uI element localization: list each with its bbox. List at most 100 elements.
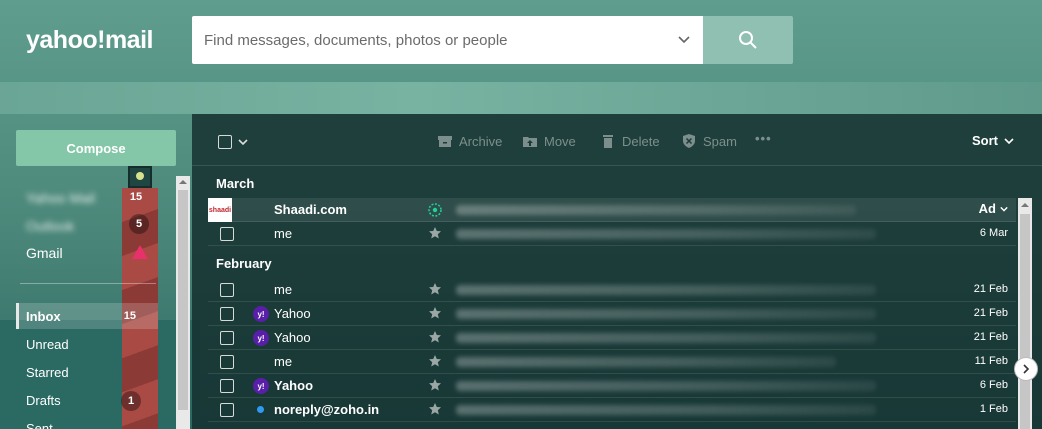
search-button[interactable]: [703, 16, 793, 64]
message-sender: me: [274, 226, 293, 241]
message-row[interactable]: me 21 Feb: [208, 278, 1016, 302]
sidebar-divider[interactable]: [20, 283, 156, 284]
message-sender: Yahoo: [274, 330, 311, 345]
folder-label: Starred: [26, 364, 69, 380]
message-snippet-blurred: [456, 285, 876, 295]
message-checkbox[interactable]: [220, 403, 234, 417]
chevron-down-icon: [1004, 137, 1014, 144]
account-unread-badge: 5: [129, 214, 149, 234]
sidebar-scrollbar[interactable]: [176, 176, 190, 429]
chevron-right-icon: [1023, 364, 1030, 374]
message-date: 11 Feb: [974, 355, 1008, 367]
chevron-down-icon[interactable]: [238, 137, 248, 147]
message-checkbox[interactable]: [220, 355, 234, 369]
date-group-header: February: [216, 256, 272, 271]
spam-button[interactable]: Spam: [681, 133, 737, 149]
move-button[interactable]: Move: [522, 133, 576, 149]
archive-icon: [438, 136, 452, 147]
message-list-scrollbar-thumb[interactable]: [1020, 214, 1030, 429]
message-row[interactable]: y! Yahoo 21 Feb: [208, 302, 1016, 326]
account-item[interactable]: Outlook: [26, 218, 74, 234]
select-all-checkbox[interactable]: [218, 135, 232, 149]
folder-label: Drafts: [26, 392, 61, 408]
message-checkbox[interactable]: [220, 227, 234, 241]
sidebar-item-starred[interactable]: Starred: [16, 359, 158, 385]
message-snippet-blurred: [456, 229, 876, 239]
chevron-down-icon[interactable]: [677, 33, 691, 47]
folder-label: Unread: [26, 336, 69, 352]
message-snippet-blurred: [456, 205, 856, 215]
shaadi-logo: shaadi: [208, 198, 232, 222]
compose-button[interactable]: Compose: [16, 130, 176, 166]
message-sender: noreply@zoho.in: [274, 402, 380, 417]
message-sender: Yahoo: [274, 306, 311, 321]
lighthouse-lamp: [128, 166, 152, 188]
yahoo-avatar-icon: y!: [253, 378, 269, 394]
sidebar-item-unread[interactable]: Unread: [16, 331, 158, 357]
star-icon[interactable]: [428, 402, 442, 416]
message-snippet-blurred: [456, 357, 836, 367]
ad-menu-button[interactable]: Ad: [979, 201, 1008, 216]
sidebar-item-sent[interactable]: Sent: [16, 415, 158, 429]
expand-right-panel-button[interactable]: [1014, 357, 1038, 381]
account-item-gmail[interactable]: Gmail: [26, 245, 63, 261]
star-icon[interactable]: [428, 354, 442, 368]
trash-icon: [603, 135, 613, 148]
chevron-down-icon: [1000, 206, 1008, 212]
message-checkbox[interactable]: [220, 283, 234, 297]
sidebar-item-inbox[interactable]: Inbox 15: [16, 303, 158, 329]
message-snippet-blurred: [456, 309, 876, 319]
move-folder-icon: [523, 137, 537, 147]
message-sender: Shaadi.com: [274, 202, 347, 217]
scroll-up-arrow-icon[interactable]: [179, 178, 187, 186]
yahoo-avatar-icon: y!: [253, 306, 269, 322]
more-actions-button[interactable]: •••: [755, 131, 772, 146]
folder-label: Sent: [26, 420, 53, 429]
date-group-header: March: [216, 176, 255, 191]
yahoo-avatar-icon: y!: [253, 330, 269, 346]
message-date: 21 Feb: [973, 283, 1008, 295]
shield-spam-icon: [683, 134, 695, 148]
message-date: 21 Feb: [973, 307, 1008, 319]
message-toolbar: Archive Move Delete Spam ••• Sort: [192, 114, 1042, 166]
message-sender: me: [274, 282, 293, 297]
message-snippet-blurred: [456, 333, 876, 343]
search-box: [192, 16, 703, 64]
message-snippet-blurred: [456, 405, 876, 415]
message-row[interactable]: me 6 Mar: [208, 222, 1016, 246]
message-date: 6 Feb: [979, 379, 1008, 391]
yahoo-mail-logo[interactable]: yahoo!mail: [26, 26, 153, 55]
message-checkbox[interactable]: [220, 379, 234, 393]
drafts-count-badge: 1: [121, 391, 141, 411]
sort-button[interactable]: Sort: [972, 133, 1014, 148]
star-icon[interactable]: [428, 282, 442, 296]
search-bar: [192, 16, 793, 64]
star-icon[interactable]: [428, 306, 442, 320]
message-snippet-blurred: [456, 381, 876, 391]
star-icon[interactable]: [428, 226, 442, 240]
star-icon[interactable]: [428, 378, 442, 392]
account-item[interactable]: Yahoo Mail: [26, 190, 95, 206]
message-sender: me: [274, 354, 293, 369]
message-row[interactable]: noreply@zoho.in 1 Feb: [208, 398, 1016, 422]
message-sender: Yahoo: [274, 378, 314, 393]
unread-dot: [257, 406, 264, 413]
sidebar-scrollbar-thumb[interactable]: [178, 190, 188, 410]
sponsored-message-row[interactable]: shaadi Shaadi.com Ad: [208, 198, 1016, 222]
scroll-up-arrow-icon[interactable]: [1021, 201, 1029, 209]
message-checkbox[interactable]: [220, 307, 234, 321]
message-row[interactable]: y! Yahoo 6 Feb: [208, 374, 1016, 398]
archive-button[interactable]: Archive: [437, 133, 502, 149]
message-row[interactable]: me 11 Feb: [208, 350, 1016, 374]
delete-button[interactable]: Delete: [600, 133, 660, 149]
message-list-scrollbar[interactable]: [1018, 198, 1032, 429]
folder-count: 15: [123, 310, 136, 322]
message-date: 1 Feb: [979, 403, 1008, 415]
account-unread-badge: 15: [129, 191, 143, 203]
message-checkbox[interactable]: [220, 331, 234, 345]
folder-label: Inbox: [26, 308, 61, 324]
star-icon[interactable]: [428, 330, 442, 344]
search-input[interactable]: [204, 31, 677, 49]
message-row[interactable]: y! Yahoo 21 Feb: [208, 326, 1016, 350]
search-icon: [739, 31, 757, 49]
